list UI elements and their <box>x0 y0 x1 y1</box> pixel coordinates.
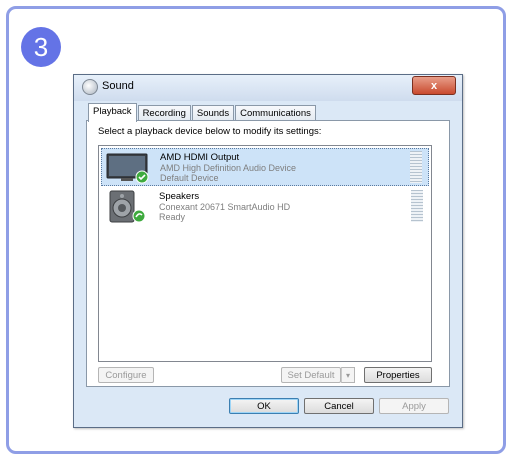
device-description: Conexant 20671 SmartAudio HD <box>159 202 291 212</box>
device-name: Speakers <box>159 191 200 202</box>
set-default-button[interactable]: Set Default <box>281 367 341 383</box>
device-item-speakers[interactable]: Speakers Conexant 20671 SmartAudio HD Re… <box>101 188 429 226</box>
playback-panel: Select a playback device below to modify… <box>86 120 450 387</box>
dialog-title: Sound <box>102 80 134 92</box>
monitor-icon <box>106 153 149 184</box>
step-number-badge: 3 <box>21 27 61 67</box>
tab-playback[interactable]: Playback <box>88 103 137 122</box>
device-status: Ready <box>159 212 186 222</box>
sound-dialog: Sound x Playback Recording Sounds Commun… <box>73 74 463 428</box>
speaker-icon <box>109 190 146 223</box>
set-default-label: Set Default <box>287 369 335 381</box>
close-button[interactable]: x <box>412 76 456 95</box>
configure-label: Configure <box>105 369 147 381</box>
device-name: AMD HDMI Output <box>160 152 240 163</box>
properties-button[interactable]: Properties <box>364 367 432 383</box>
ok-button[interactable]: OK <box>229 398 299 414</box>
configure-button[interactable]: Configure <box>98 367 154 383</box>
device-description: AMD High Definition Audio Device <box>160 163 297 173</box>
tab-strip: Playback Recording Sounds Communications <box>88 103 317 122</box>
set-default-dropdown-arrow-icon[interactable]: ▾ <box>341 367 355 383</box>
properties-label: Properties <box>376 369 420 381</box>
volume-level-meter <box>411 190 423 222</box>
device-list[interactable]: AMD HDMI Output AMD High Definition Audi… <box>98 145 432 362</box>
title-bar[interactable]: Sound x <box>74 75 462 101</box>
speaker-icon <box>82 79 98 95</box>
cancel-button[interactable]: Cancel <box>304 398 374 414</box>
volume-level-meter <box>410 151 422 183</box>
apply-button[interactable]: Apply <box>379 398 449 414</box>
device-status: Default Device <box>160 173 219 183</box>
instruction-text: Select a playback device below to modify… <box>98 126 322 137</box>
device-item-hdmi[interactable]: AMD HDMI Output AMD High Definition Audi… <box>101 148 429 186</box>
